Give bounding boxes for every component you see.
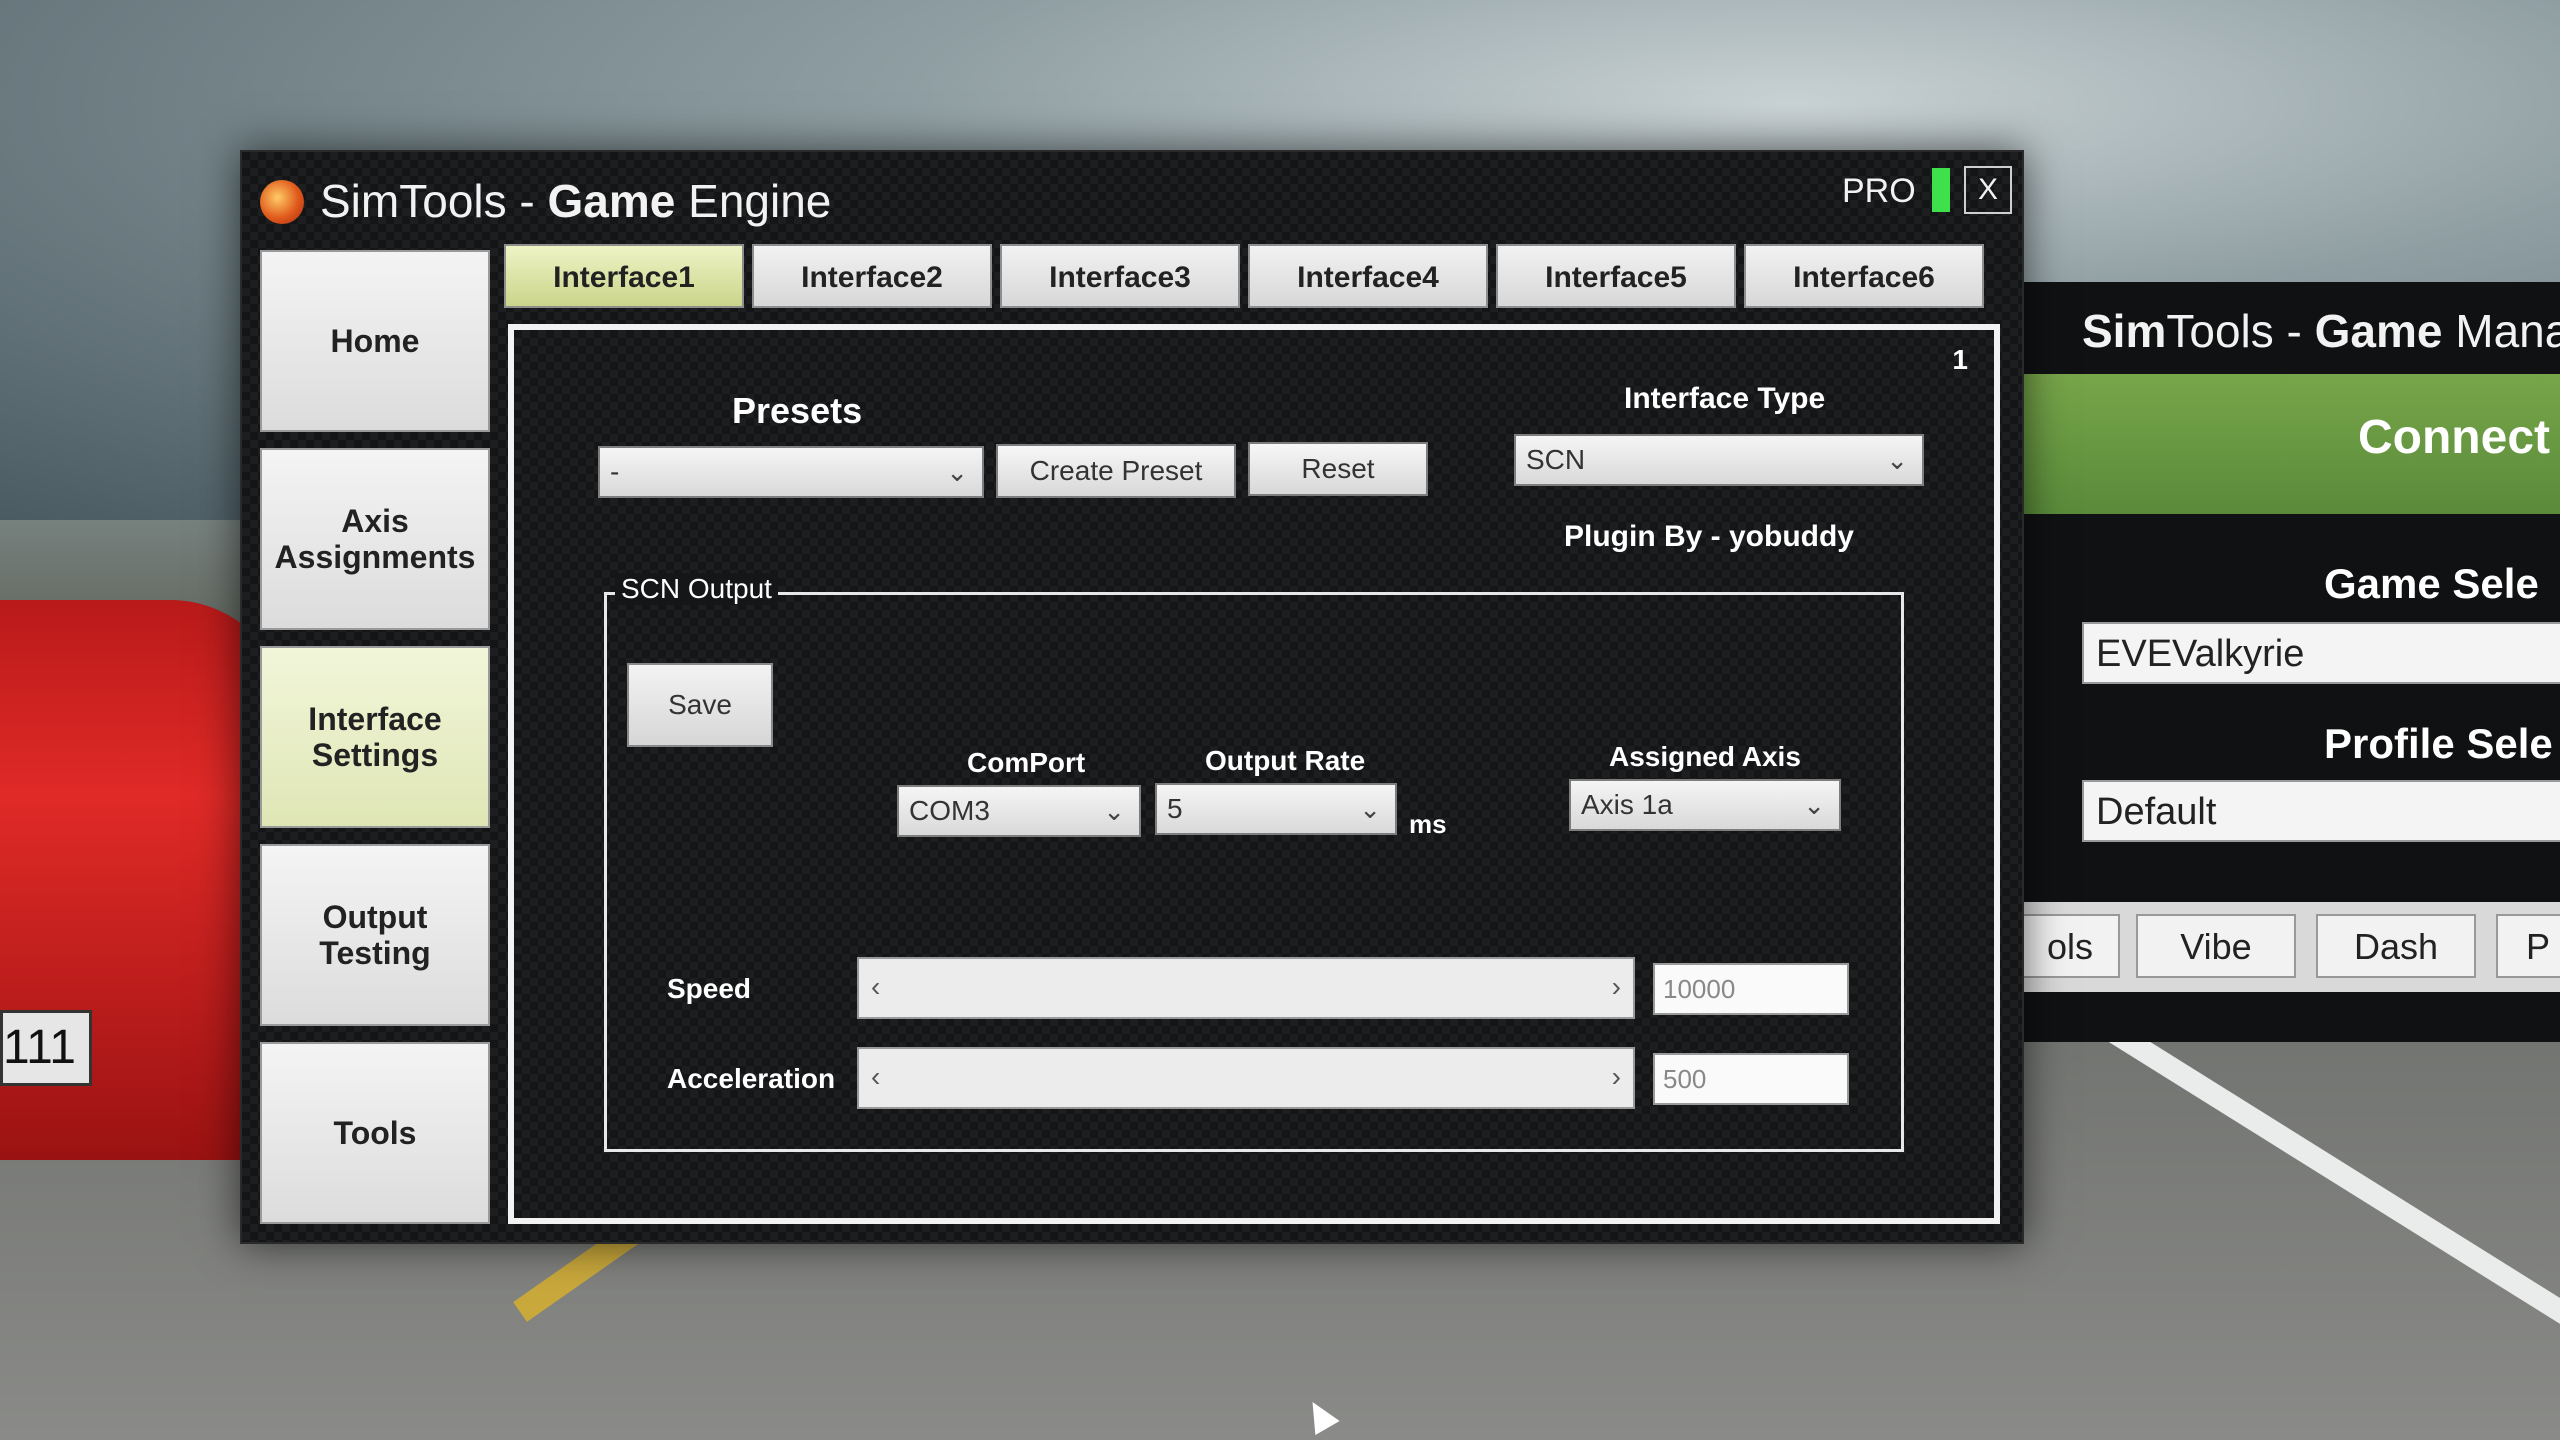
comport-select[interactable]: COM3 ⌄ — [897, 785, 1141, 837]
nav-axis-assignments[interactable]: Axis Assignments — [260, 448, 490, 630]
simtools-logo-icon — [260, 180, 304, 224]
comport-value: COM3 — [909, 795, 990, 826]
connect-button[interactable]: Connect — [2020, 374, 2560, 514]
interface-type-label: Interface Type — [1624, 382, 1826, 415]
reset-button[interactable]: Reset — [1248, 442, 1428, 496]
save-button[interactable]: Save — [627, 663, 773, 747]
nav-output-testing[interactable]: Output Testing — [260, 844, 490, 1026]
nav-tools[interactable]: Tools — [260, 1042, 490, 1224]
interface-tabs: Interface1 Interface2 Interface3 Interfa… — [504, 244, 1984, 308]
title-bar[interactable]: SimTools - Game Engine PRO X — [242, 152, 2022, 242]
tab-dash[interactable]: Dash — [2316, 914, 2476, 978]
connect-label: Connect — [2358, 411, 2550, 464]
left-nav: Home Axis Assignments Interface Settings… — [260, 250, 500, 1240]
car-plate: 111 — [0, 1010, 92, 1086]
tab-tools[interactable]: ols — [2020, 914, 2120, 978]
acceleration-label: Acceleration — [667, 1063, 836, 1094]
create-preset-button[interactable]: Create Preset — [996, 444, 1236, 498]
close-button[interactable]: X — [1964, 166, 2012, 214]
game-manager-window[interactable]: SimTools - Game Mana Connect Game Sele E… — [2020, 282, 2560, 1042]
tab-interface6[interactable]: Interface6 — [1744, 244, 1984, 308]
assigned-axis-select[interactable]: Axis 1a ⌄ — [1569, 779, 1841, 831]
acceleration-value-field[interactable]: 500 — [1653, 1053, 1849, 1105]
chevron-left-icon[interactable]: ‹ — [871, 1061, 880, 1093]
tab-p[interactable]: P — [2496, 914, 2560, 978]
speed-slider[interactable]: ‹ › — [857, 957, 1635, 1019]
pro-status-indicator — [1932, 168, 1950, 212]
acceleration-slider[interactable]: ‹ › — [857, 1047, 1635, 1109]
pro-label: PRO — [1842, 172, 1916, 210]
game-manager-tabs: ols Vibe Dash P — [2020, 902, 2560, 992]
game-select-label: Game Sele — [2324, 560, 2539, 607]
scn-output-title: SCN Output — [615, 573, 778, 605]
nav-interface-settings[interactable]: Interface Settings — [260, 646, 490, 828]
comport-label: ComPort — [967, 747, 1086, 778]
chevron-down-icon: ⌄ — [1886, 445, 1908, 475]
profile-select-field[interactable]: Default — [2082, 780, 2560, 842]
chevron-down-icon: ⌄ — [1103, 796, 1125, 826]
chevron-right-icon[interactable]: › — [1612, 971, 1621, 1003]
chevron-down-icon: ⌄ — [1803, 790, 1825, 820]
interface-type-value: SCN — [1526, 444, 1586, 475]
speed-value-field[interactable]: 10000 — [1653, 963, 1849, 1015]
presets-select[interactable]: - ⌄ — [598, 446, 984, 498]
output-rate-label: Output Rate — [1205, 745, 1366, 776]
scn-output-group: SCN Output Save ComPort COM3 ⌄ Output Ra… — [604, 573, 1904, 1152]
tab-vibe[interactable]: Vibe — [2136, 914, 2296, 978]
nav-home[interactable]: Home — [260, 250, 490, 432]
chevron-right-icon[interactable]: › — [1612, 1061, 1621, 1093]
interface-panel: 1 Presets - ⌄ Create Preset Reset Interf… — [508, 324, 2000, 1224]
presets-label: Presets — [732, 390, 863, 431]
tab-interface4[interactable]: Interface4 — [1248, 244, 1488, 308]
chevron-left-icon[interactable]: ‹ — [871, 971, 880, 1003]
presets-value: - — [610, 456, 620, 487]
speed-label: Speed — [667, 973, 752, 1004]
tab-interface2[interactable]: Interface2 — [752, 244, 992, 308]
output-rate-value: 5 — [1167, 793, 1183, 824]
game-manager-title: SimTools - Game Mana — [2082, 305, 2560, 357]
ms-unit-label: ms — [1409, 809, 1447, 839]
plugin-credit: Plugin By - yobuddy — [1564, 520, 1854, 553]
chevron-down-icon: ⌄ — [1359, 794, 1381, 824]
chevron-down-icon: ⌄ — [946, 457, 968, 487]
assigned-axis-label: Assigned Axis — [1609, 741, 1801, 772]
output-rate-select[interactable]: 5 ⌄ — [1155, 783, 1397, 835]
assigned-axis-value: Axis 1a — [1581, 789, 1673, 820]
tab-interface1[interactable]: Interface1 — [504, 244, 744, 308]
profile-select-label: Profile Sele — [2324, 720, 2553, 767]
game-select-field[interactable]: EVEValkyrie — [2082, 622, 2560, 684]
tab-interface5[interactable]: Interface5 — [1496, 244, 1736, 308]
window-title: SimTools - Game Engine — [320, 175, 832, 227]
game-engine-window: SimTools - Game Engine PRO X Home Axis A… — [240, 150, 2024, 1244]
interface-number: 1 — [1952, 344, 1968, 375]
interface-type-select[interactable]: SCN ⌄ — [1514, 434, 1924, 486]
tab-interface3[interactable]: Interface3 — [1000, 244, 1240, 308]
